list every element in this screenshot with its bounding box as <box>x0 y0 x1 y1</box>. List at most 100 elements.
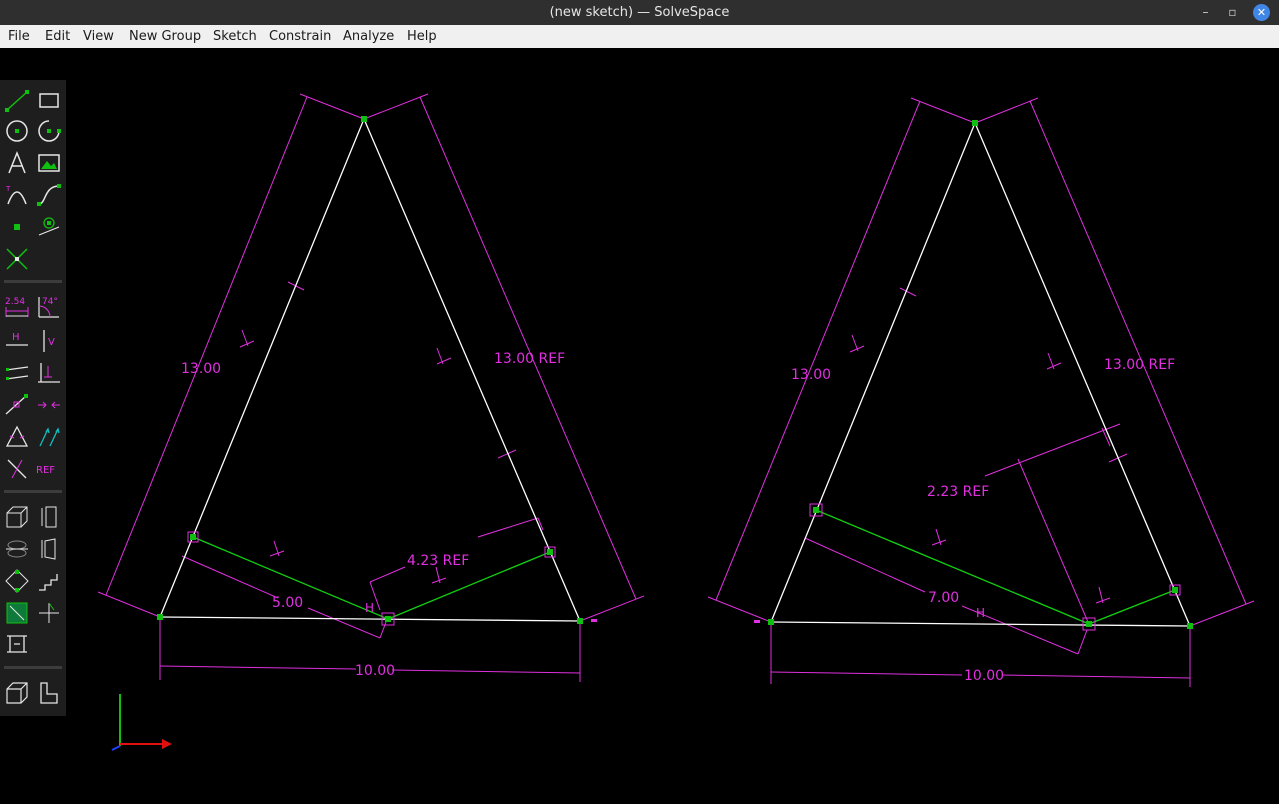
extrude-tool-icon[interactable] <box>4 504 30 530</box>
sketch-drawing[interactable]: 13.00 13.00 REF 10.00 5.00 4.23 REF H 13… <box>0 48 1279 804</box>
menu-constrain[interactable]: Constrain <box>269 25 331 48</box>
vertical-constraint-icon[interactable]: V <box>36 328 62 354</box>
point-marker <box>591 619 597 622</box>
window-title: (new sketch) — SolveSpace <box>549 5 730 20</box>
sketch-point[interactable] <box>768 619 774 625</box>
tangent-arc-tool-icon[interactable]: T <box>4 182 30 208</box>
dim-label-green-right[interactable]: 2.23 REF <box>927 484 989 500</box>
line-tool-icon[interactable] <box>4 88 30 114</box>
lathe-tool-icon[interactable] <box>36 504 62 530</box>
perp-marker <box>239 340 255 348</box>
nearest-iso-view-icon[interactable] <box>4 568 30 594</box>
spline-tool-icon[interactable] <box>36 182 62 208</box>
sketch-point[interactable] <box>547 549 553 555</box>
dim-line[interactable] <box>181 555 279 599</box>
same-orientation-constraint-icon[interactable] <box>36 424 62 450</box>
sketch-points[interactable] <box>157 116 597 626</box>
sketch-point[interactable] <box>1187 623 1193 629</box>
svg-text:V: V <box>48 337 55 348</box>
sketch-line[interactable] <box>974 122 1191 627</box>
dim-label-bottom[interactable]: 10.00 <box>964 668 1004 684</box>
angle-constraint-icon[interactable]: 74° <box>36 294 62 320</box>
text-tool-icon[interactable] <box>4 150 30 176</box>
sketch-point[interactable] <box>157 614 163 620</box>
circle-tool-icon[interactable] <box>4 118 30 144</box>
show-solid-model-icon[interactable] <box>4 680 30 706</box>
rectangle-tool-icon[interactable] <box>36 88 62 114</box>
symmetric-constraint-icon[interactable] <box>36 392 62 418</box>
construction-line[interactable] <box>1088 589 1176 625</box>
sketch-point[interactable] <box>1086 621 1092 627</box>
perpendicular-constraint-icon[interactable] <box>36 360 62 386</box>
sketch-point[interactable] <box>385 616 391 622</box>
show-outline-icon[interactable] <box>36 680 62 706</box>
dim-line[interactable] <box>477 517 539 538</box>
menu-sketch[interactable]: Sketch <box>213 25 257 48</box>
reference-constraint-icon[interactable]: REF <box>36 456 62 482</box>
dim-ext-line <box>910 97 976 124</box>
x-axis-arrow-icon <box>162 739 172 749</box>
revolve-tool-icon[interactable] <box>36 536 62 562</box>
perp-marker <box>849 345 865 353</box>
equal-constraint-icon[interactable] <box>4 424 30 450</box>
sketch-canvas[interactable]: 13.00 13.00 REF 10.00 5.00 4.23 REF H 13… <box>0 48 1279 804</box>
menu-analyze[interactable]: Analyze <box>343 25 394 48</box>
menu-file[interactable]: File <box>8 25 30 48</box>
other-supplementary-constraint-icon[interactable] <box>4 456 30 482</box>
horizontal-marker: H <box>365 601 374 615</box>
menu-edit[interactable]: Edit <box>45 25 70 48</box>
menu-new-group[interactable]: New Group <box>129 25 201 48</box>
menu-help[interactable]: Help <box>407 25 437 48</box>
helix-tool-icon[interactable] <box>4 536 30 562</box>
dim-label-green-right[interactable]: 4.23 REF <box>407 553 469 569</box>
dim-label-right-side[interactable]: 13.00 REF <box>1104 357 1175 373</box>
menu-view[interactable]: View <box>83 25 114 48</box>
horizontal-constraint-icon[interactable]: H <box>4 328 30 354</box>
dim-line[interactable] <box>770 671 963 676</box>
sketch-point[interactable] <box>813 507 819 513</box>
sketch-point[interactable] <box>1172 587 1178 593</box>
image-tool-icon[interactable] <box>36 150 62 176</box>
dim-line[interactable] <box>804 537 926 593</box>
split-curves-icon[interactable] <box>4 246 30 272</box>
dim-label-green-left[interactable]: 7.00 <box>928 590 959 606</box>
dim-line[interactable] <box>715 100 921 601</box>
dim-line[interactable] <box>369 566 406 583</box>
step-rotate-icon[interactable] <box>36 600 62 626</box>
dim-line[interactable] <box>1029 100 1247 605</box>
sketch-line[interactable] <box>363 118 581 622</box>
dim-line[interactable] <box>1001 674 1191 679</box>
dim-line[interactable] <box>984 423 1121 477</box>
dim-label-left-side[interactable]: 13.00 <box>181 361 221 377</box>
dim-label-green-left[interactable]: 5.00 <box>272 595 303 611</box>
construction-line[interactable] <box>815 509 1090 625</box>
dim-line[interactable] <box>159 665 357 670</box>
link-import-icon[interactable] <box>4 632 30 658</box>
on-entity-constraint-icon[interactable] <box>4 392 30 418</box>
maximize-button[interactable]: ▫ <box>1224 4 1241 21</box>
sketch-point[interactable] <box>361 116 367 122</box>
sketch-line[interactable] <box>159 616 581 622</box>
dim-label-bottom[interactable]: 10.00 <box>355 663 395 679</box>
sketch-line[interactable] <box>770 621 1191 627</box>
sketch-point[interactable] <box>190 534 196 540</box>
minimize-button[interactable]: – <box>1197 4 1214 21</box>
step-translate-icon[interactable] <box>36 568 62 594</box>
sketch-point[interactable] <box>972 120 978 126</box>
dim-line[interactable] <box>105 96 308 596</box>
sketch-point[interactable] <box>577 618 583 624</box>
dim-label-left-side[interactable]: 13.00 <box>791 367 831 383</box>
dim-ext-line <box>1077 629 1088 655</box>
parallel-constraint-icon[interactable] <box>4 360 30 386</box>
dim-line[interactable] <box>419 96 637 600</box>
distance-constraint-icon[interactable]: 2.54 <box>4 294 30 320</box>
close-button[interactable]: ✕ <box>1253 4 1270 21</box>
dim-line[interactable] <box>391 669 581 674</box>
workplane-tool-icon[interactable] <box>36 214 62 240</box>
horizontal-marker: H <box>976 606 985 620</box>
svg-text:2.54: 2.54 <box>5 297 25 307</box>
dim-label-right-side[interactable]: 13.00 REF <box>494 351 565 367</box>
sketch-in-plane-icon[interactable] <box>4 600 30 626</box>
arc-tool-icon[interactable] <box>36 118 62 144</box>
point-tool-icon[interactable] <box>4 214 30 240</box>
